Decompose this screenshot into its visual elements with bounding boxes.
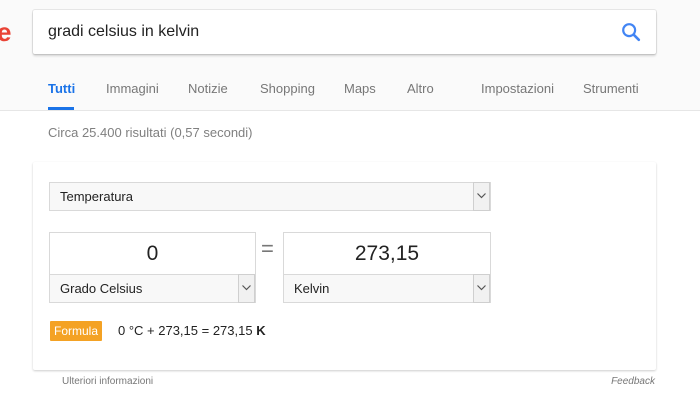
formula-expression: 0 °C + 273,15 = 273,15: [118, 323, 257, 338]
tab-altro[interactable]: Altro: [407, 81, 434, 96]
to-unit-value: Kelvin: [294, 281, 330, 296]
chevron-down-icon: [473, 274, 490, 303]
chevron-down-icon: [473, 182, 490, 211]
category-select[interactable]: Temperatura: [49, 182, 491, 211]
tab-tutti[interactable]: Tutti: [48, 81, 75, 96]
from-unit-select[interactable]: Grado Celsius: [49, 274, 256, 303]
to-value-input[interactable]: [283, 232, 491, 275]
more-info-link[interactable]: Ulteriori informazioni: [62, 376, 153, 387]
from-unit-value: Grado Celsius: [60, 281, 143, 296]
search-input[interactable]: [48, 10, 608, 54]
logo[interactable]: e: [0, 19, 11, 45]
formula-text: 0 °C + 273,15 = 273,15 K: [118, 323, 266, 338]
tab-notizie[interactable]: Notizie: [188, 81, 228, 96]
formula-unit: K: [256, 323, 266, 338]
active-tab-indicator: [48, 107, 74, 110]
search-button[interactable]: [620, 21, 642, 43]
search-tabs: Tutti Immagini Notizie Shopping Maps Alt…: [48, 70, 688, 111]
tab-impostazioni[interactable]: Impostazioni: [481, 81, 554, 96]
tab-immagini[interactable]: Immagini: [106, 81, 159, 96]
search-icon: [622, 23, 641, 42]
tab-strumenti[interactable]: Strumenti: [583, 81, 639, 96]
tab-maps[interactable]: Maps: [344, 81, 376, 96]
formula-badge: Formula: [50, 321, 103, 341]
chevron-down-icon: [238, 274, 255, 303]
equals-sign: =: [261, 236, 274, 261]
feedback-link[interactable]: Feedback: [611, 376, 655, 387]
unit-converter-card: Temperatura Grado Celsius = Kelvin Formu…: [33, 162, 656, 370]
result-stats: Circa 25.400 risultati (0,57 secondi): [48, 125, 253, 140]
header: e Tutti Immagini Notizie Shopping Maps A…: [0, 0, 700, 111]
category-select-value: Temperatura: [60, 189, 133, 204]
from-value-input[interactable]: [49, 232, 256, 275]
to-unit-select[interactable]: Kelvin: [283, 274, 491, 303]
tab-shopping[interactable]: Shopping: [260, 81, 315, 96]
search-box: [33, 10, 656, 54]
